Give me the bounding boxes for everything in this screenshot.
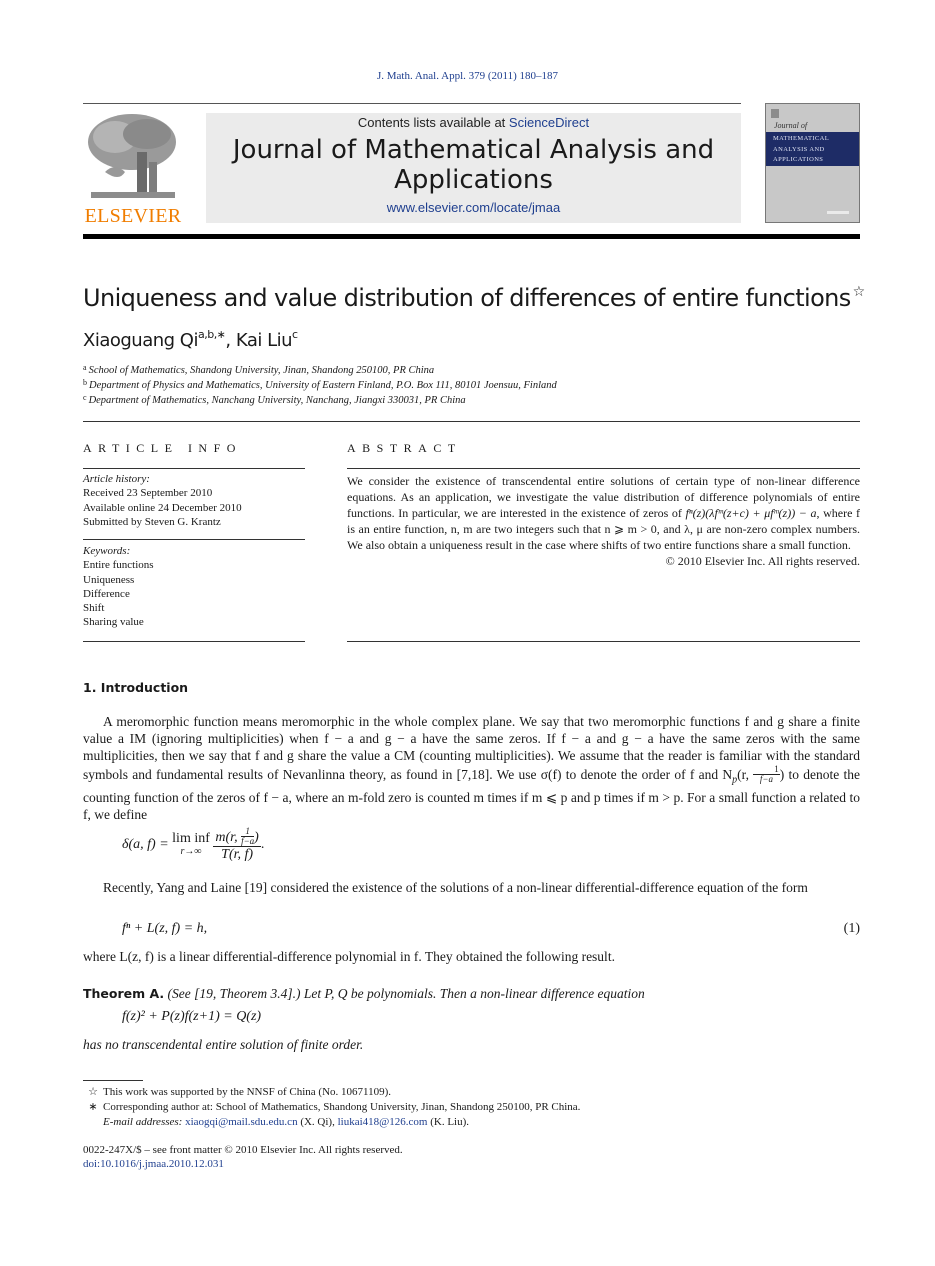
keyword: Sharing value <box>83 616 144 629</box>
divider <box>83 641 305 642</box>
cover-logo-icon <box>771 109 779 118</box>
divider <box>347 641 860 642</box>
divider <box>83 468 305 469</box>
funding-footnote-mark[interactable]: ☆ <box>853 284 866 300</box>
lim-inf-operator: lim inf r→∞ <box>172 831 210 858</box>
journal-citation-link[interactable]: J. Math. Anal. Appl. 379 (2011) 180–187 <box>0 70 935 82</box>
footnote-emails: E-mail addresses: xiaogqi@mail.sdu.edu.c… <box>103 1116 470 1128</box>
author-name[interactable]: Xiaoguang Qi <box>83 330 198 351</box>
equation-1: fⁿ + L(z, f) = h, <box>122 921 208 936</box>
theorem-conclusion: has no transcendental entire solution of… <box>83 1037 364 1052</box>
journal-title[interactable]: Journal of Mathematical Analysis and App… <box>206 135 741 195</box>
divider <box>83 539 305 540</box>
sciencedirect-link[interactable]: ScienceDirect <box>509 115 589 130</box>
journal-masthead: Contents lists available at ScienceDirec… <box>206 113 741 223</box>
header-thick-rule <box>83 234 860 239</box>
keyword: Difference <box>83 587 130 600</box>
email-link-liu[interactable]: liukai418@126.com <box>338 1116 428 1128</box>
elsevier-wordmark: ELSEVIER <box>84 205 182 227</box>
affiliation: b Department of Physics and Mathematics, … <box>83 378 557 391</box>
divider <box>347 468 860 469</box>
affiliation: c Department of Mathematics, Nanchang Uni… <box>83 393 466 406</box>
email-link-qi[interactable]: xiaogqi@mail.sdu.edu.cn <box>185 1116 297 1128</box>
abstract-heading: ABSTRACT <box>347 441 462 455</box>
paper-title: Uniqueness and value distribution of dif… <box>83 284 865 312</box>
abstract-expression: fⁿ(z)(λfᵐ(z+c) + μfᵐ(z)) − a <box>685 506 817 520</box>
header-rule <box>83 103 741 104</box>
inline-fraction: 1 f−a <box>753 764 780 784</box>
keyword: Entire functions <box>83 559 154 572</box>
intro-paragraph-1: A meromorphic function means meromorphic… <box>83 714 860 822</box>
abstract-text: We consider the existence of transcenden… <box>347 474 860 568</box>
footnote-rule <box>83 1080 143 1081</box>
author-marks[interactable]: c <box>292 328 298 341</box>
contents-line: Contents lists available at ScienceDirec… <box>357 115 590 130</box>
keywords-list: Keywords: Entire functions Uniqueness Di… <box>83 545 154 629</box>
intro-paragraph-2: Recently, Yang and Laine [19] considered… <box>103 880 808 895</box>
keyword: Shift <box>83 602 105 615</box>
footnote-corresponding: ∗ Corresponding author at: School of Math… <box>88 1101 581 1113</box>
article-history: Article history: Received 23 September 2… <box>83 473 242 528</box>
section-heading-introduction: 1. Introduction <box>83 680 189 695</box>
footnote-funding: ☆ This work was supported by the NNSF of … <box>88 1086 392 1098</box>
elsevier-logo[interactable]: ELSEVIER <box>83 112 183 227</box>
theorem-equation: f(z)² + P(z)f(z+1) = Q(z) <box>122 1009 262 1024</box>
front-matter-line: 0022-247X/$ – see front matter © 2010 El… <box>83 1144 403 1156</box>
theorem-label: Theorem A. <box>83 986 165 1001</box>
author-marks[interactable]: a,b,∗ <box>198 328 226 341</box>
equation-deficiency: δ(a, f) = lim inf r→∞ m(r, 1 f−a) T(r, f)… <box>122 826 265 863</box>
affiliation-rule <box>83 421 860 422</box>
journal-url-link[interactable]: www.elsevier.com/locate/jmaa <box>206 200 741 215</box>
cover-small-title: Journal of <box>774 121 808 130</box>
cover-footer-mark <box>827 211 849 214</box>
author-list: Xiaoguang Qia,b,∗, Kai Liuc <box>83 328 298 351</box>
author-name[interactable]: Kai Liu <box>236 330 293 351</box>
article-info-heading: ARTICLE INFO <box>83 441 242 455</box>
intro-paragraph-3: where L(z, f) is a linear differential-d… <box>83 949 615 964</box>
deficiency-fraction: m(r, 1 f−a) T(r, f) <box>213 826 261 862</box>
journal-cover-thumbnail[interactable]: Journal of MATHEMATICAL ANALYSIS AND APP… <box>765 103 860 223</box>
cover-title-band: MATHEMATICAL ANALYSIS AND APPLICATIONS <box>766 132 859 166</box>
affiliation: a School of Mathematics, Shandong Univers… <box>83 363 435 376</box>
abstract-copyright: © 2010 Elsevier Inc. All rights reserved… <box>665 554 860 568</box>
keyword: Uniqueness <box>83 573 135 586</box>
elsevier-tree-icon <box>88 114 176 198</box>
equation-number: (1) <box>843 921 860 936</box>
theorem-a: Theorem A. (See [19, Theorem 3.4].) Let … <box>83 986 645 1001</box>
doi-link[interactable]: doi:10.1016/j.jmaa.2010.12.031 <box>83 1158 224 1170</box>
